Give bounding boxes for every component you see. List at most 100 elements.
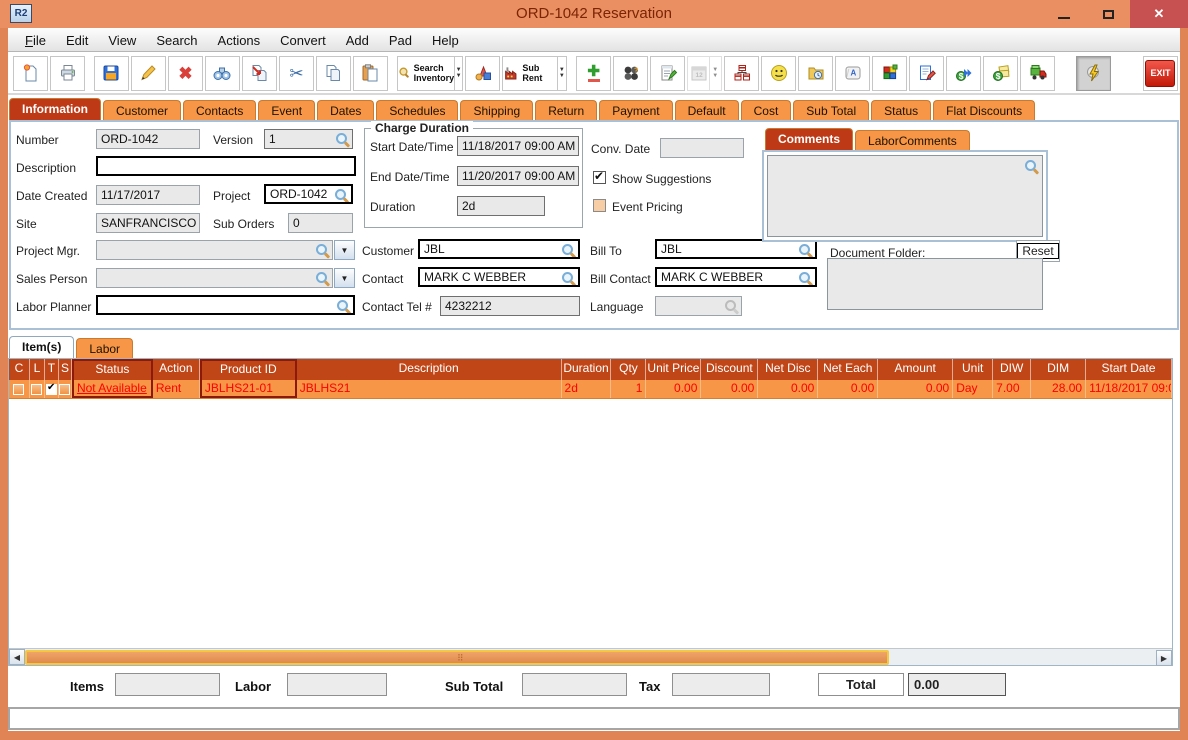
version-field[interactable]: 1 <box>264 129 353 149</box>
row-action-cell[interactable]: Rent <box>153 380 200 398</box>
maximize-button[interactable] <box>1086 0 1130 28</box>
print-button[interactable] <box>50 55 85 91</box>
col-amount[interactable]: Amount <box>878 359 954 380</box>
menu-actions[interactable]: Actions <box>209 30 270 51</box>
site-field[interactable]: SANFRANCISCO <box>96 213 200 233</box>
project-mgr-search-icon[interactable] <box>316 244 329 257</box>
tab-contacts[interactable]: Contacts <box>183 100 257 121</box>
comments-field[interactable] <box>767 155 1043 237</box>
date-created-field[interactable]: 11/17/2017 <box>96 185 200 205</box>
tab-flat-discounts[interactable]: Flat Discounts <box>933 100 1036 121</box>
tab-dates[interactable]: Dates <box>317 100 375 121</box>
table-row[interactable]: Not Available Rent JBLHS21-01 JBLHS21 2d… <box>9 380 1172 399</box>
event-pricing-checkbox[interactable] <box>593 199 606 212</box>
calendar-dropdown[interactable]: ▼ ▼ <box>709 56 720 90</box>
row-net-each-cell[interactable]: 0.00 <box>818 380 879 398</box>
tab-customer[interactable]: Customer <box>103 100 182 121</box>
row-checkbox-l[interactable] <box>31 383 43 395</box>
quick-action-button[interactable] <box>1076 55 1112 91</box>
tab-cost[interactable]: Cost <box>740 100 792 121</box>
project-field[interactable]: ORD-1042 <box>264 184 353 204</box>
search-inventory-button[interactable]: Search Inventory ▼ ▼ <box>396 55 464 91</box>
cut-button[interactable]: ✂ <box>278 55 314 91</box>
col-unit-price[interactable]: Unit Price <box>646 359 702 380</box>
labor-planner-search-icon[interactable] <box>337 300 350 313</box>
version-search-icon[interactable] <box>336 133 349 146</box>
totals-sub-total-field[interactable] <box>522 673 627 696</box>
menu-add[interactable]: Add <box>337 30 378 51</box>
horizontal-scrollbar[interactable]: ◀ ▶ <box>9 648 1172 666</box>
tab-schedules[interactable]: Schedules <box>376 100 459 121</box>
contact-tel-field[interactable]: 4232212 <box>440 296 580 316</box>
col-description[interactable]: Description <box>297 359 562 380</box>
tab-labor[interactable]: Labor <box>76 338 134 359</box>
group-options-button[interactable]: ? <box>613 55 649 91</box>
delivery-truck-button[interactable] <box>1020 55 1056 91</box>
col-action[interactable]: Action <box>153 359 200 380</box>
copy-button[interactable] <box>315 55 351 91</box>
row-checkbox-l-cell[interactable] <box>30 380 45 398</box>
tab-event[interactable]: Event <box>258 100 316 121</box>
row-checkbox-c[interactable] <box>13 383 25 395</box>
col-diw[interactable]: DIW <box>993 359 1032 380</box>
start-datetime-field[interactable]: 11/18/2017 09:00 AM <box>457 136 579 156</box>
row-product-id-cell[interactable]: JBLHS21-01 <box>199 380 297 398</box>
row-dim-cell[interactable]: 28.00 <box>1031 380 1087 398</box>
show-suggestions-checkbox[interactable] <box>593 169 606 184</box>
col-t[interactable]: T <box>45 359 59 380</box>
row-description-cell[interactable]: JBLHS21 <box>297 380 562 398</box>
scroll-right-arrow[interactable]: ▶ <box>1156 650 1172 666</box>
sales-person-dropdown[interactable]: ▼ <box>334 268 355 288</box>
exit-button[interactable]: EXIT <box>1142 55 1178 91</box>
col-status[interactable]: Status <box>71 359 153 380</box>
folder-history-button[interactable] <box>798 55 834 91</box>
contact-smiley-button[interactable] <box>761 55 797 91</box>
totals-labor-field[interactable] <box>287 673 387 696</box>
project-mgr-field[interactable] <box>96 240 333 260</box>
contact-field[interactable]: MARK C WEBBER <box>418 267 580 287</box>
minimize-button[interactable] <box>1042 0 1086 28</box>
row-amount-cell[interactable]: 0.00 <box>878 380 954 398</box>
row-discount-cell[interactable]: 0.00 <box>701 380 759 398</box>
menu-convert[interactable]: Convert <box>271 30 335 51</box>
description-field[interactable] <box>96 156 356 176</box>
project-mgr-dropdown[interactable]: ▼ <box>334 240 355 260</box>
send-dollar-button[interactable]: $ <box>946 55 982 91</box>
tab-return[interactable]: Return <box>535 100 598 121</box>
menu-pad[interactable]: Pad <box>380 30 421 51</box>
end-datetime-field[interactable]: 11/20/2017 09:00 AM <box>457 166 579 186</box>
search-inventory-dropdown[interactable]: ▼ ▼ <box>454 56 462 90</box>
row-qty-cell[interactable]: 1 <box>611 380 647 398</box>
row-checkbox-t[interactable] <box>45 382 57 395</box>
number-field[interactable]: ORD-1042 <box>96 129 200 149</box>
sales-person-search-icon[interactable] <box>316 272 329 285</box>
totals-items-field[interactable] <box>115 673 220 696</box>
col-start-date[interactable]: Start Date <box>1086 359 1172 380</box>
sales-person-field[interactable] <box>96 268 333 288</box>
language-field[interactable] <box>655 296 742 316</box>
bill-contact-search-icon[interactable] <box>799 272 812 285</box>
scrollbar-thumb[interactable] <box>25 650 889 665</box>
customer-search-icon[interactable] <box>562 244 575 257</box>
edit-button[interactable] <box>130 55 166 91</box>
menu-view[interactable]: View <box>99 30 145 51</box>
menu-help[interactable]: Help <box>423 30 468 51</box>
bill-to-search-icon[interactable] <box>799 244 812 257</box>
col-l[interactable]: L <box>30 359 45 380</box>
totals-tax-field[interactable] <box>672 673 770 696</box>
row-net-disc-cell[interactable]: 0.00 <box>758 380 819 398</box>
bill-contact-field[interactable]: MARK C WEBBER <box>655 267 817 287</box>
col-c[interactable]: C <box>9 359 30 380</box>
row-duration-cell[interactable]: 2d <box>562 380 612 398</box>
row-checkbox-s-cell[interactable] <box>59 380 72 398</box>
row-checkbox-s[interactable] <box>59 383 71 395</box>
close-button[interactable]: ✕ <box>1130 0 1188 28</box>
color-blocks-button[interactable] <box>872 55 908 91</box>
notes-button[interactable] <box>650 55 686 91</box>
org-chart-button[interactable] <box>724 55 760 91</box>
edit-document-button[interactable] <box>909 55 945 91</box>
bill-to-field[interactable]: JBL <box>655 239 817 259</box>
row-status-cell[interactable]: Not Available <box>71 380 153 398</box>
add-item-button[interactable]: ✚ <box>576 55 612 91</box>
col-qty[interactable]: Qty <box>611 359 647 380</box>
